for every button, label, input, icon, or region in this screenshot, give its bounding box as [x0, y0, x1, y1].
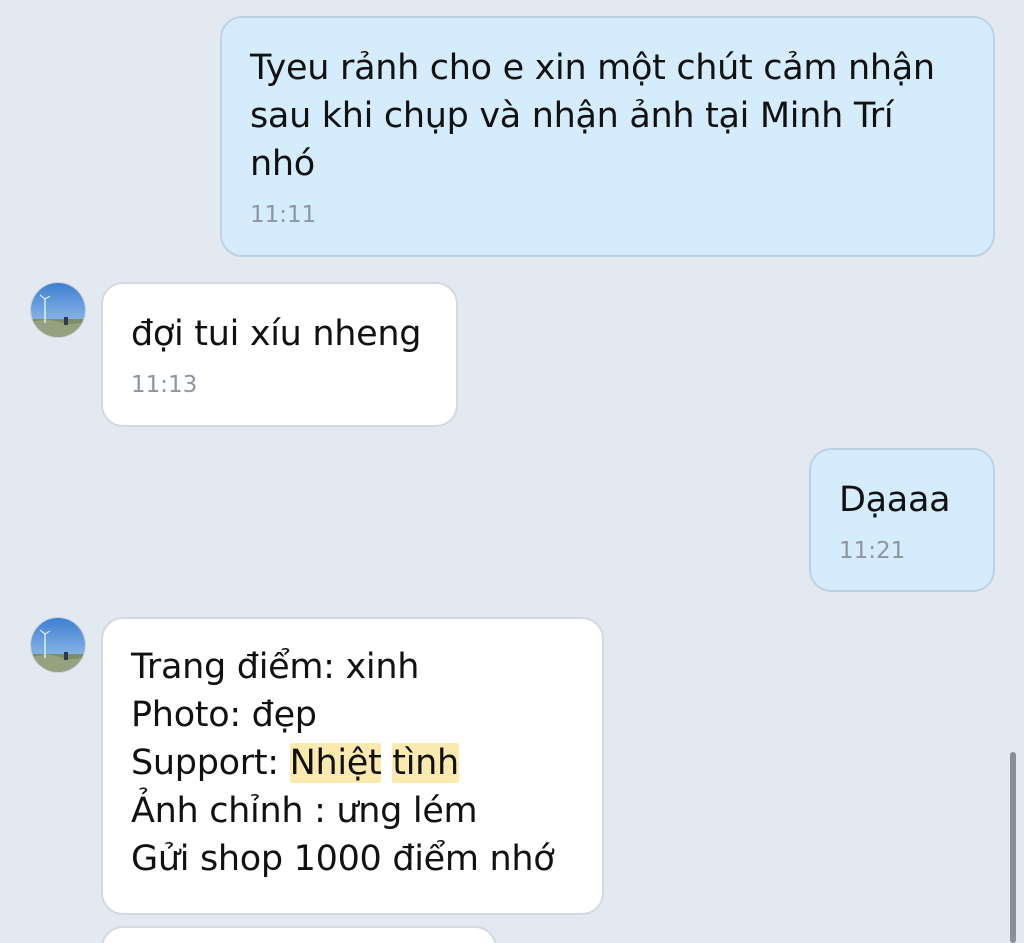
incoming-message-bubble[interactable]: [101, 926, 497, 943]
message-text: Trang điểm: xinh Photo: đẹp Support: Nhi…: [131, 643, 574, 883]
chat-thread[interactable]: Tyeu rảnh cho e xin một chút cảm nhận sa…: [0, 0, 1024, 943]
sender-avatar[interactable]: [30, 617, 86, 673]
scrollbar[interactable]: [1010, 752, 1016, 943]
incoming-message-bubble[interactable]: đợi tui xíu nheng 11:13: [101, 282, 458, 427]
message-line: Photo: đẹp: [131, 695, 317, 735]
highlighted-word[interactable]: Nhiệt: [289, 743, 382, 783]
message-timestamp: 11:11: [250, 202, 317, 228]
landscape-avatar-icon: [31, 283, 85, 337]
message-line: Gửi shop 1000 điểm nhớ: [131, 839, 555, 879]
message-text: Dạaaa: [839, 480, 951, 520]
message-timestamp: 11:13: [131, 372, 198, 398]
outgoing-message-bubble[interactable]: Dạaaa 11:21: [809, 448, 995, 592]
outgoing-message-bubble[interactable]: Tyeu rảnh cho e xin một chút cảm nhận sa…: [220, 16, 995, 257]
incoming-message-bubble[interactable]: Trang điểm: xinh Photo: đẹp Support: Nhi…: [101, 617, 604, 915]
message-text: Tyeu rảnh cho e xin một chút cảm nhận sa…: [250, 48, 935, 184]
message-line: Ảnh chỉnh : ưng lém: [131, 791, 478, 831]
message-timestamp: 11:21: [839, 538, 906, 564]
message-line: Trang điểm: xinh: [131, 647, 420, 687]
message-line-prefix: Support:: [131, 743, 290, 783]
highlighted-word[interactable]: tình: [392, 743, 459, 783]
sender-avatar[interactable]: [30, 282, 86, 338]
message-line: Support: Nhiệt tình: [131, 739, 574, 787]
message-text: đợi tui xíu nheng: [131, 314, 422, 354]
landscape-avatar-icon: [31, 618, 85, 672]
